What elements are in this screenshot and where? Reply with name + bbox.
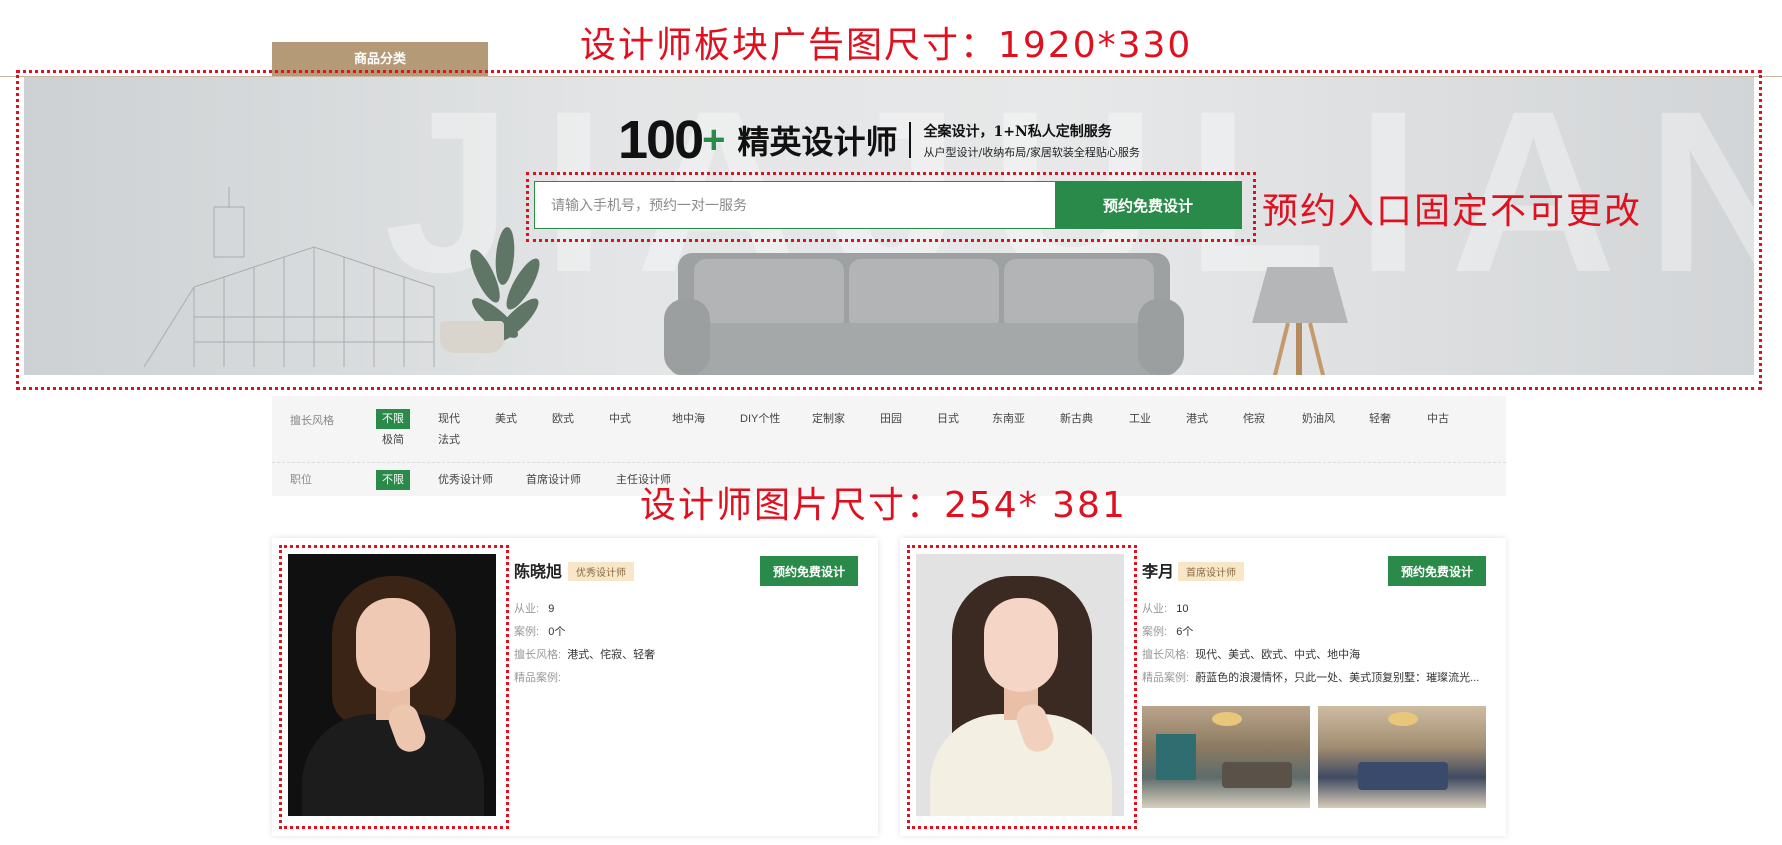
styles-key: 擅长风格: — [1142, 649, 1190, 661]
style-option[interactable]: 工业 — [1129, 409, 1151, 429]
years-value: 9 — [548, 603, 555, 615]
years-key: 从业: — [1142, 603, 1168, 615]
cases-key: 案例: — [1142, 626, 1168, 638]
years-key: 从业: — [514, 603, 540, 615]
designer-name[interactable]: 李月 — [1142, 558, 1174, 582]
reserve-free-design-button[interactable]: 预约免费设计 — [760, 556, 858, 586]
style-option[interactable]: 现代 — [438, 409, 460, 429]
designer-years: 从业: 9 — [514, 600, 554, 616]
style-option[interactable]: 极简 — [382, 430, 404, 450]
banner-size-annotation: 设计师板块广告图尺寸：1920*330 — [580, 25, 1193, 66]
furniture-shape — [1222, 762, 1292, 788]
style-option[interactable]: 欧式 — [552, 409, 574, 429]
photo-size-marker — [907, 545, 1137, 829]
designer-title-badge: 优秀设计师 — [568, 562, 634, 581]
designer-card[interactable]: 陈晓旭 优秀设计师 预约免费设计 从业: 9 案例: 0个 擅长风格: 港式、侘… — [272, 538, 878, 836]
reserve-fixed-annotation: 预约入口固定不可更改 — [1262, 191, 1643, 232]
designer-styles: 擅长风格: 现代、美式、欧式、中式、地中海 — [1142, 646, 1360, 662]
style-option[interactable]: DIY个性 — [740, 409, 780, 429]
reserve-free-design-button[interactable]: 预约免费设计 — [1055, 182, 1241, 228]
designer-title-badge: 首席设计师 — [1178, 562, 1244, 581]
style-option[interactable]: 东南亚 — [992, 409, 1025, 429]
designer-styles: 擅长风格: 港式、侘寂、轻奢 — [514, 646, 655, 662]
cases-key: 案例: — [514, 626, 540, 638]
designer-cases: 案例: 6个 — [1142, 623, 1193, 639]
style-option[interactable]: 侘寂 — [1243, 409, 1265, 429]
chandelier-shape — [1212, 712, 1242, 726]
featured-key: 精品案例: — [514, 672, 562, 684]
style-option[interactable]: 田园 — [880, 409, 902, 429]
style-option[interactable]: 地中海 — [672, 409, 705, 429]
position-filter-label: 职位 — [290, 474, 312, 486]
style-option[interactable]: 日式 — [937, 409, 959, 429]
style-option[interactable]: 港式 — [1186, 409, 1208, 429]
styles-key: 擅长风格: — [514, 649, 562, 661]
window-shape — [1156, 734, 1196, 780]
style-option[interactable]: 法式 — [438, 430, 460, 450]
style-filter-label: 擅长风格 — [290, 415, 334, 427]
cases-value: 0个 — [548, 626, 566, 638]
designer-cases: 案例: 0个 — [514, 623, 565, 639]
chandelier-shape — [1388, 712, 1418, 726]
photo-size-marker — [279, 545, 509, 829]
style-option[interactable]: 中古 — [1427, 409, 1449, 429]
styles-value: 现代、美式、欧式、中式、地中海 — [1195, 649, 1361, 661]
styles-value: 港式、侘寂、轻奢 — [567, 649, 656, 661]
reserve-free-design-button[interactable]: 预约免费设计 — [1388, 556, 1486, 586]
designer-featured: 精品案例: 蔚蓝色的浪漫情怀，只此一处、美式顶复别墅：璀璨流光... — [1142, 669, 1479, 685]
position-option[interactable]: 首席设计师 — [526, 470, 581, 490]
featured-case-image[interactable] — [1142, 706, 1310, 808]
featured-case-image[interactable] — [1318, 706, 1486, 808]
featured-key: 精品案例: — [1142, 672, 1190, 684]
style-option[interactable]: 定制家 — [812, 409, 845, 429]
photo-size-annotation: 设计师图片尺寸：254* 381 — [640, 485, 1127, 526]
phone-input[interactable] — [535, 182, 1055, 228]
designer-name[interactable]: 陈晓旭 — [514, 558, 562, 582]
cases-value: 6个 — [1176, 626, 1194, 638]
featured-value[interactable]: 蔚蓝色的浪漫情怀，只此一处、美式顶复别墅：璀璨流光... — [1195, 672, 1479, 684]
style-option[interactable]: 新古典 — [1060, 409, 1093, 429]
sofa-shape — [1358, 762, 1448, 790]
style-option[interactable]: 奶油风 — [1302, 409, 1335, 429]
style-option[interactable]: 不限 — [376, 409, 410, 429]
reserve-form: 预约免费设计 — [534, 181, 1242, 229]
designer-card[interactable]: 李月 首席设计师 预约免费设计 从业: 10 案例: 6个 擅长风格: 现代、美… — [900, 538, 1506, 836]
designer-featured: 精品案例: — [514, 669, 567, 685]
style-option[interactable]: 中式 — [609, 409, 631, 429]
style-filter-row: 擅长风格 不限 现代 美式 欧式 中式 地中海 DIY个性 定制家 田园 日式 … — [272, 406, 1506, 454]
designer-years: 从业: 10 — [1142, 600, 1188, 616]
style-option[interactable]: 美式 — [495, 409, 517, 429]
style-option[interactable]: 轻奢 — [1369, 409, 1391, 429]
years-value: 10 — [1176, 603, 1189, 615]
position-option[interactable]: 优秀设计师 — [438, 470, 493, 490]
position-option[interactable]: 不限 — [376, 470, 410, 490]
